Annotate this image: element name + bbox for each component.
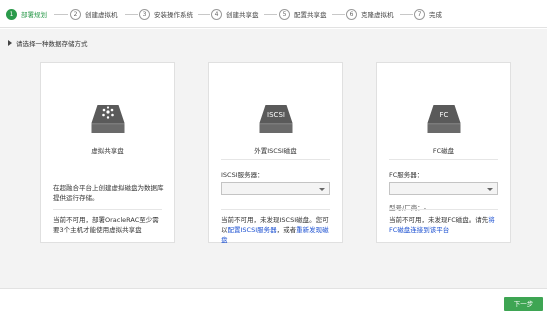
fc-icon-label: FC [439,111,448,119]
step-label: 创建共享盘 [226,11,259,19]
step-connector [400,14,413,15]
section-title: 请选择一种数据存储方式 [16,40,88,48]
step-connector [198,14,210,15]
fc-server-label: FC服务器： [389,171,424,179]
step-number: 2 [70,8,81,20]
virtual-shared-disk-card[interactable]: 虚拟共享盘 在超融合平台上创建虚拟磁盘为数据库提供运行存储。 当前不可用，部署O… [40,62,175,243]
fc-server-select[interactable] [389,182,498,195]
card-divider [221,209,330,210]
virtual-disk-icon [91,105,124,133]
availability-note: 当前不可用，部署OracleRAC至少需要3个主机才能使用虚拟共享盘 [53,216,159,234]
note-text: ，或者 [276,226,297,234]
step-4[interactable]: 4 创建共享盘 [211,8,259,20]
step-label: 克隆虚拟机 [361,11,394,19]
card-title: 虚拟共享盘 [91,147,124,155]
footer-bar: 下一步 [0,288,547,318]
step-connector [54,14,68,15]
step-label: 安装操作系统 [154,11,193,19]
step-2[interactable]: 2 创建虚拟机 [70,8,118,20]
step-number: 5 [279,8,290,20]
chevron-down-icon [319,188,325,191]
step-label: 完成 [429,11,442,19]
chevron-down-icon [487,188,493,191]
card-title: FC磁盘 [432,147,455,155]
step-6[interactable]: 6 克隆虚拟机 [346,8,394,20]
step-number: 6 [346,8,357,20]
section-header[interactable]: 请选择一种数据存储方式 [8,38,88,48]
card-description: 在超融合平台上创建虚拟磁盘为数据库提供运行存储。 [53,184,164,202]
step-7[interactable]: 7 完成 [414,8,442,20]
card-divider [53,209,162,210]
step-connector [332,14,345,15]
step-connector [264,14,277,15]
fc-disk-card[interactable]: FC FC磁盘 FC服务器： 型号/厂商：- 当前不可用，未发现FC磁盘。请先将… [376,62,511,243]
availability-note: 当前不可用，未发现FC磁盘。请先将FC磁盘连接到该平台 [389,215,501,235]
next-button[interactable]: 下一步 [504,297,543,311]
card-divider [389,209,498,210]
step-number: 3 [139,8,150,20]
iscsi-icon-label: ISCSI [267,111,285,119]
fc-disk-icon: FC [427,105,460,133]
vendor-model-label: 型号/厂商：- [389,204,427,212]
step-connector [125,14,138,15]
wizard-steps: 1 部署规划 2 创建虚拟机 3 安装操作系统 4 创建共享盘 5 配置共享盘 … [0,0,547,28]
step-number: 1 [6,8,17,20]
step-1[interactable]: 1 部署规划 [6,8,47,20]
card-divider [221,159,330,160]
iscsi-server-select[interactable] [221,182,330,195]
step-label: 部署规划 [21,11,47,19]
caret-right-icon [8,40,12,46]
step-label: 创建虚拟机 [85,11,118,19]
note-text: 当前不可用，未发现FC磁盘。请先 [389,216,489,224]
card-title: 外置ISCSI磁盘 [254,147,297,155]
step-label: 配置共享盘 [294,11,327,19]
iscsi-server-label: ISCSI服务器： [221,171,264,179]
card-divider [389,159,498,160]
storage-selection-panel: 请选择一种数据存储方式 虚拟共享盘 在超融合平台上创建虚拟磁盘为数据库提供运行存… [0,29,547,288]
step-3[interactable]: 3 安装操作系统 [139,8,193,20]
step-number: 4 [211,8,222,20]
configure-iscsi-link[interactable]: 配置ISCSI服务器 [228,226,277,234]
step-5[interactable]: 5 配置共享盘 [279,8,327,20]
iscsi-disk-icon: ISCSI [259,105,292,133]
step-number: 7 [414,8,425,20]
availability-note: 当前不可用，未发现ISCSI磁盘。您可以配置ISCSI服务器，或者重新发现磁盘 [221,215,333,245]
iscsi-disk-card[interactable]: ISCSI 外置ISCSI磁盘 ISCSI服务器： 当前不可用，未发现ISCSI… [208,62,343,245]
